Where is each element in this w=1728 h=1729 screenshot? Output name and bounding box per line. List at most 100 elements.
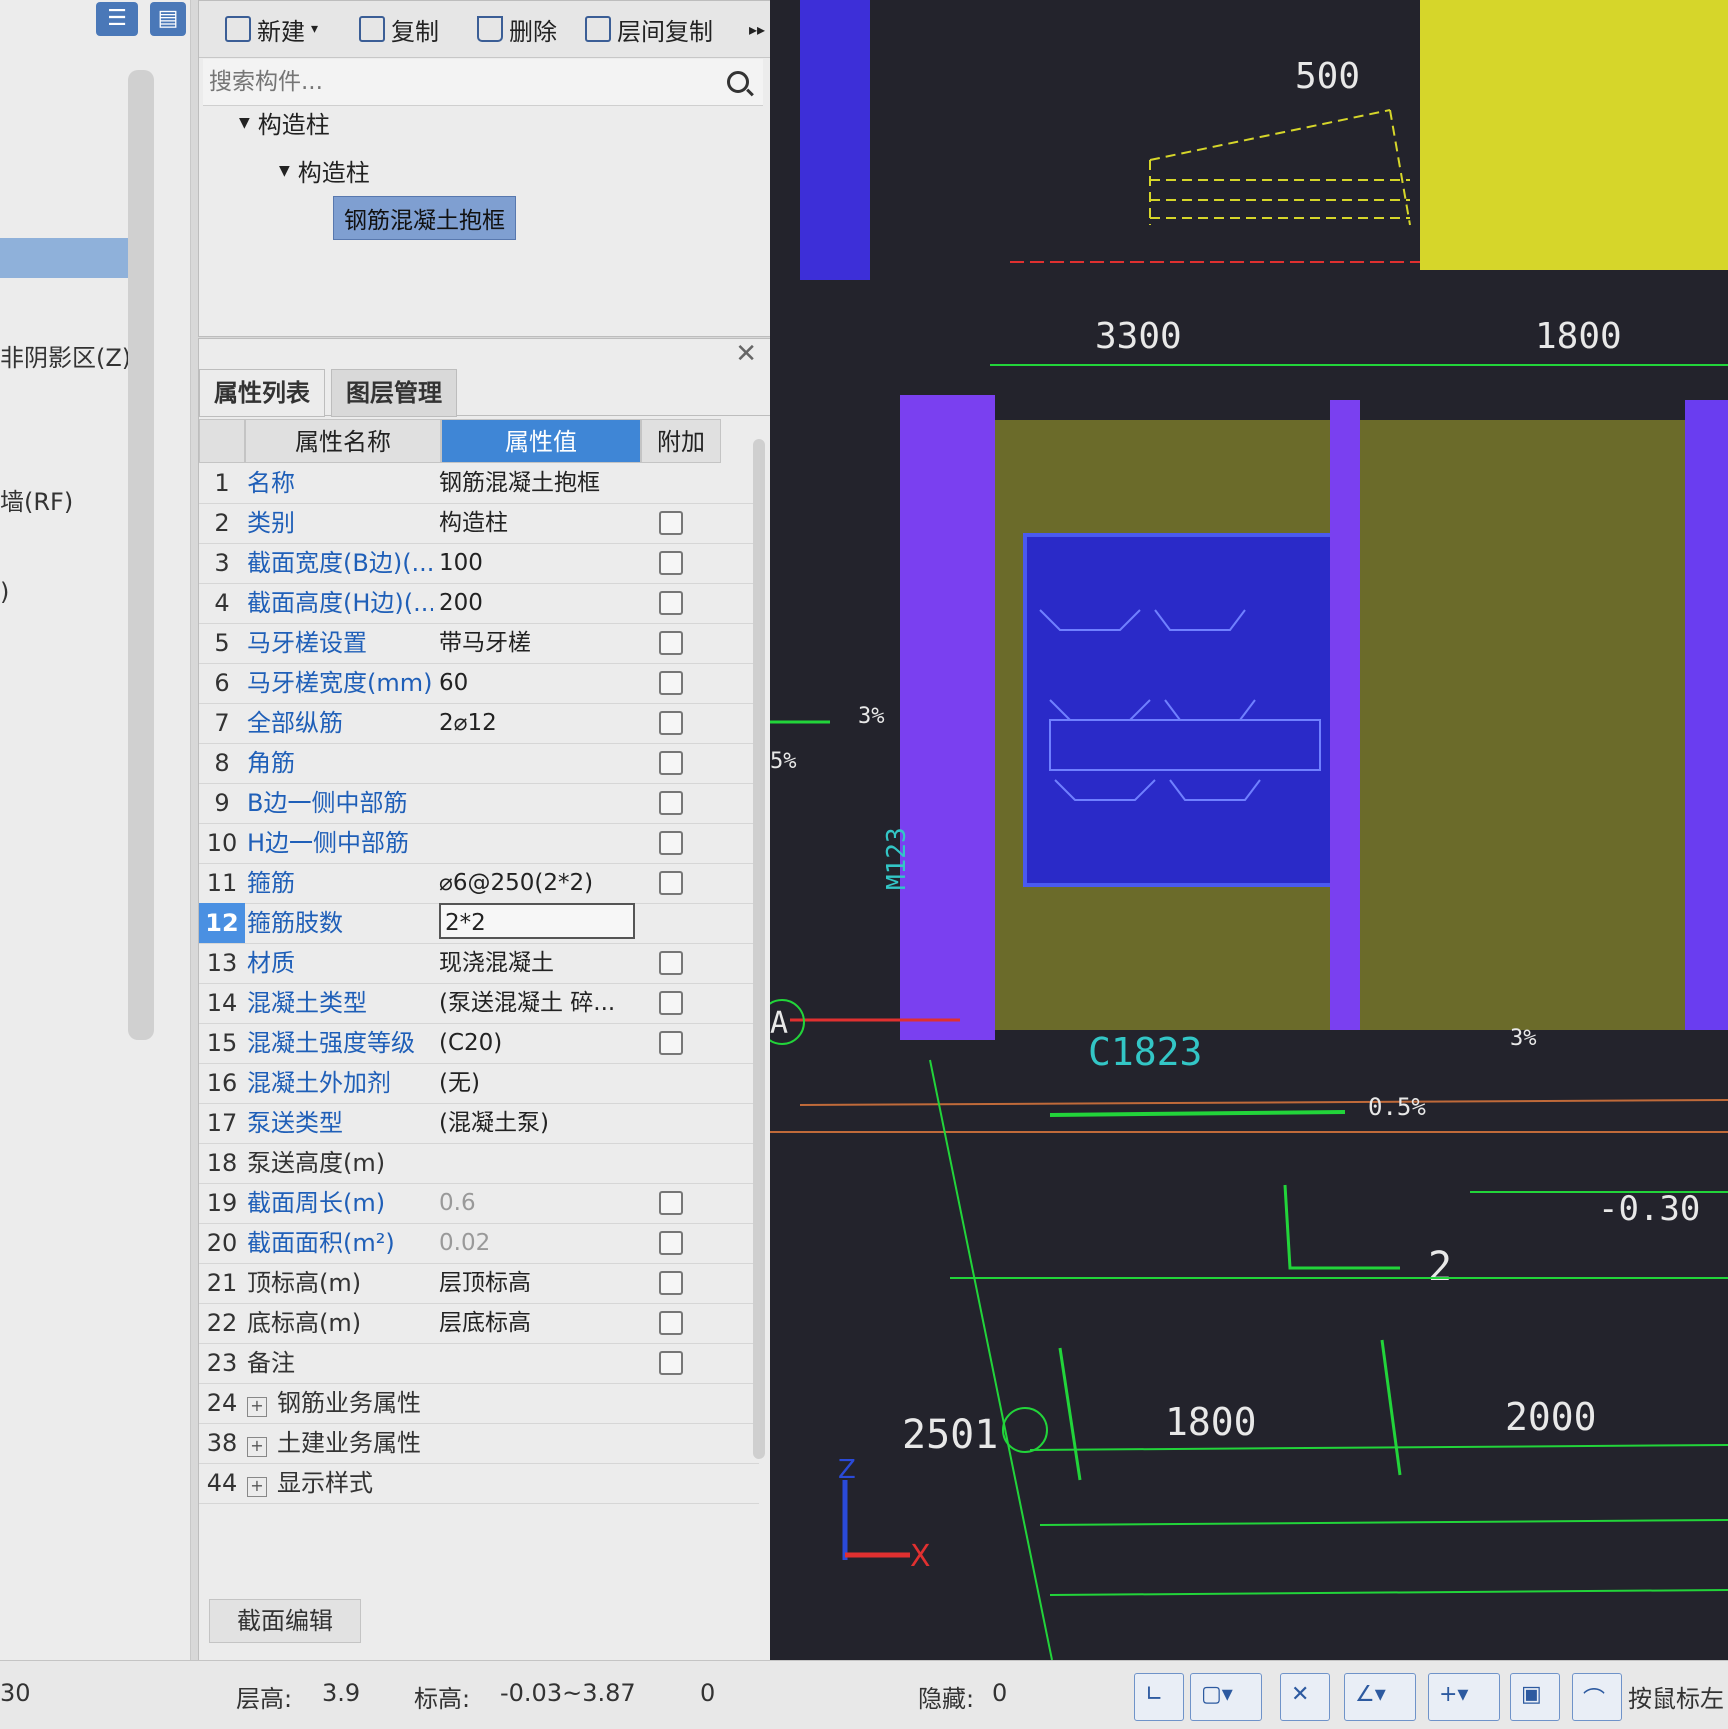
table-row[interactable]: 20 截面面积(m²) 0.02 (199, 1223, 759, 1264)
property-value[interactable]: 2*2 (439, 903, 635, 939)
list-view-icon[interactable]: ☰ (96, 2, 138, 36)
property-value[interactable]: (无) (439, 1063, 635, 1103)
table-row[interactable]: 44 + 显示样式 (199, 1463, 759, 1504)
property-value[interactable]: 层顶标高 (439, 1263, 635, 1303)
property-value[interactable]: (C20) (439, 1023, 635, 1063)
table-row[interactable]: 13 材质 现浇混凝土 (199, 943, 759, 984)
table-row[interactable]: 11 箍筋 ⌀6@250(2*2) (199, 863, 759, 904)
extra-checkbox[interactable] (659, 631, 683, 655)
tab-layer-manage[interactable]: 图层管理 (331, 369, 457, 417)
property-value[interactable]: 100 (439, 543, 635, 583)
extra-checkbox[interactable] (659, 1311, 683, 1335)
close-icon[interactable]: ✕ (735, 339, 757, 369)
property-value[interactable]: 0.02 (439, 1223, 635, 1263)
copy-button[interactable]: 复制 (359, 9, 439, 49)
tree-item-selected[interactable]: 钢筋混凝土抱框 (333, 196, 516, 240)
property-scrollbar[interactable] (753, 439, 765, 1459)
table-row[interactable]: 10 H边一侧中部筋 (199, 823, 759, 864)
table-row[interactable]: 1 名称 钢筋混凝土抱框 (199, 463, 759, 504)
property-value[interactable]: 层底标高 (439, 1303, 635, 1343)
caret-down-icon[interactable]: ▼ (239, 115, 250, 131)
offset-toggle-button[interactable]: +▾ (1428, 1673, 1500, 1721)
expand-icon[interactable]: + (247, 1437, 267, 1457)
table-row[interactable]: 4 截面高度(H边)(... 200 (199, 583, 759, 624)
ortho-toggle-button[interactable]: ∟ (1134, 1673, 1184, 1721)
left-scrollbar[interactable] (128, 70, 154, 1040)
property-value[interactable]: (泵送混凝土 碎... (439, 983, 635, 1023)
expand-icon[interactable]: + (247, 1397, 267, 1417)
caret-down-icon[interactable]: ▼ (279, 163, 290, 179)
grid-line (929, 1059, 1053, 1660)
extra-checkbox[interactable] (659, 1031, 683, 1055)
property-value[interactable]: (混凝土泵) (439, 1103, 635, 1143)
extra-checkbox[interactable] (659, 1231, 683, 1255)
property-value[interactable]: 构造柱 (439, 503, 635, 543)
arc-toggle-button[interactable]: ⌒ (1572, 1673, 1622, 1721)
property-value[interactable]: 200 (439, 583, 635, 623)
new-button[interactable]: 新建 ▾ (225, 9, 318, 49)
extra-checkbox[interactable] (659, 1271, 683, 1295)
chevron-down-icon[interactable]: ▾ (311, 21, 318, 37)
table-row[interactable]: 15 混凝土强度等级 (C20) (199, 1023, 759, 1064)
table-row[interactable]: 14 混凝土类型 (泵送混凝土 碎... (199, 983, 759, 1024)
cross-toggle-button[interactable]: ✕ (1280, 1673, 1330, 1721)
more-toolbar-button[interactable]: ▸▸ (749, 9, 765, 49)
display-toggle-button[interactable]: ▣ (1510, 1673, 1560, 1721)
search-icon[interactable] (727, 71, 749, 93)
table-row[interactable]: 9 B边一侧中部筋 (199, 783, 759, 824)
cad-viewport[interactable]: 500 3300 1800 3% 5% M123 A C1823 3% 0.5%… (770, 0, 1728, 1660)
extra-checkbox[interactable] (659, 511, 683, 535)
extra-checkbox[interactable] (659, 591, 683, 615)
left-tree-item[interactable]: ) (0, 578, 9, 606)
property-value[interactable]: 带马牙槎 (439, 623, 635, 663)
table-row[interactable]: 19 截面周长(m) 0.6 (199, 1183, 759, 1224)
table-row[interactable]: 38 + 土建业务属性 (199, 1423, 759, 1464)
detail-view-icon[interactable]: ▤ (150, 2, 186, 36)
property-value[interactable]: 60 (439, 663, 635, 703)
delete-button[interactable]: 删除 (477, 9, 557, 49)
expand-icon[interactable]: + (247, 1477, 267, 1497)
elevation-label: 标高: (414, 1685, 471, 1713)
table-row[interactable]: 18 泵送高度(m) (199, 1143, 759, 1184)
extra-checkbox[interactable] (659, 991, 683, 1015)
table-row[interactable]: 16 混凝土外加剂 (无) (199, 1063, 759, 1104)
property-value[interactable]: 0.6 (439, 1183, 635, 1223)
table-row[interactable]: 3 截面宽度(B边)(... 100 (199, 543, 759, 584)
extra-checkbox[interactable] (659, 711, 683, 735)
extra-checkbox[interactable] (659, 951, 683, 975)
table-row[interactable]: 21 顶标高(m) 层顶标高 (199, 1263, 759, 1304)
extra-checkbox[interactable] (659, 1191, 683, 1215)
property-value[interactable]: 2⌀12 (439, 703, 635, 743)
property-value[interactable]: 现浇混凝土 (439, 943, 635, 983)
extra-checkbox[interactable] (659, 551, 683, 575)
floor-copy-button[interactable]: 层间复制 (585, 9, 713, 49)
angle-toggle-button[interactable]: ∠▾ (1344, 1673, 1416, 1721)
extra-checkbox[interactable] (659, 871, 683, 895)
property-value[interactable]: 钢筋混凝土抱框 (439, 463, 635, 503)
extra-checkbox[interactable] (659, 1351, 683, 1375)
table-row[interactable]: 8 角筋 (199, 743, 759, 784)
table-row[interactable]: 2 类别 构造柱 (199, 503, 759, 544)
tree-group[interactable]: ▼ 构造柱 (239, 105, 330, 140)
table-row[interactable]: 7 全部纵筋 2⌀12 (199, 703, 759, 744)
tab-property-list[interactable]: 属性列表 (199, 369, 325, 417)
extra-checkbox[interactable] (659, 671, 683, 695)
extra-checkbox[interactable] (659, 831, 683, 855)
search-input[interactable] (207, 65, 711, 99)
property-value[interactable]: ⌀6@250(2*2) (439, 863, 635, 903)
extra-checkbox[interactable] (659, 791, 683, 815)
table-row[interactable]: 6 马牙槎宽度(mm) 60 (199, 663, 759, 704)
table-row[interactable]: 5 马牙槎设置 带马牙槎 (199, 623, 759, 664)
left-tree-item[interactable]: 非阴影区(Z) (0, 338, 131, 373)
snap-toggle-button[interactable]: ▢▾ (1190, 1673, 1262, 1721)
table-row[interactable]: 23 备注 (199, 1343, 759, 1384)
table-row[interactable]: 24 + 钢筋业务属性 (199, 1383, 759, 1424)
table-row[interactable]: 12 箍筋肢数 2*2 (199, 903, 759, 944)
left-tree-selected-item[interactable] (0, 238, 136, 278)
table-row[interactable]: 17 泵送类型 (混凝土泵) (199, 1103, 759, 1144)
section-edit-button[interactable]: 截面编辑 (209, 1599, 361, 1643)
extra-checkbox[interactable] (659, 751, 683, 775)
left-tree-item[interactable]: 墙(RF) (0, 482, 73, 517)
tree-subgroup[interactable]: ▼ 构造柱 (279, 153, 370, 188)
table-row[interactable]: 22 底标高(m) 层底标高 (199, 1303, 759, 1344)
